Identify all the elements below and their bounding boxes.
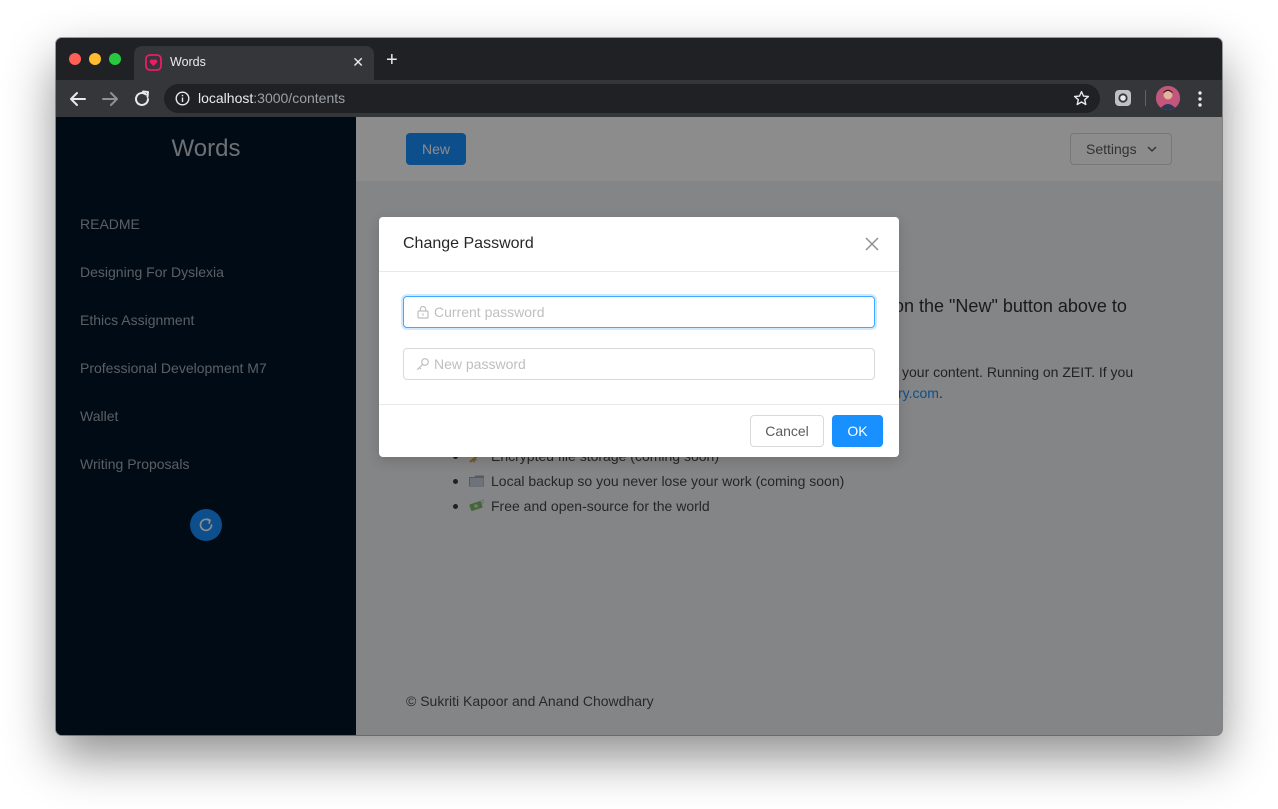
back-arrow-icon[interactable] xyxy=(67,88,89,110)
address-bar[interactable]: localhost:3000/contents xyxy=(164,84,1100,113)
lock-icon xyxy=(417,305,429,319)
browser-tab[interactable]: Words ✕ xyxy=(134,46,374,80)
heart-favicon-icon xyxy=(145,54,162,71)
page-viewport: New Settings k on the "New" button above… xyxy=(56,117,1222,735)
profile-avatar[interactable] xyxy=(1156,86,1180,110)
close-icon[interactable] xyxy=(865,237,879,251)
tab-title: Words xyxy=(170,55,206,69)
key-icon xyxy=(416,358,429,371)
url-path: :3000/contents xyxy=(253,90,346,106)
forward-arrow-icon[interactable] xyxy=(99,88,121,110)
browser-window: Words ✕ + localhost:3000/contents New Se… xyxy=(56,38,1222,735)
dialog-footer: Cancel OK xyxy=(379,404,899,457)
toolbar-divider xyxy=(1145,90,1146,106)
maximize-window-button[interactable] xyxy=(109,53,121,65)
current-password-field[interactable] xyxy=(403,296,875,328)
info-icon[interactable] xyxy=(175,91,190,106)
bookmark-star-icon[interactable] xyxy=(1073,90,1090,107)
new-tab-button[interactable]: + xyxy=(386,50,398,70)
url-text: localhost:3000/contents xyxy=(198,90,345,106)
tab-strip: Words ✕ + xyxy=(56,38,1222,80)
current-password-input[interactable] xyxy=(434,298,864,326)
ok-button[interactable]: OK xyxy=(832,415,883,447)
change-password-dialog: Change Password Cancel OK xyxy=(379,217,899,457)
dialog-title: Change Password xyxy=(403,235,534,252)
minimize-window-button[interactable] xyxy=(89,53,101,65)
avatar-person-icon xyxy=(1156,86,1180,110)
dialog-header: Change Password xyxy=(379,217,899,272)
reload-icon[interactable] xyxy=(131,88,153,110)
tab-close-icon[interactable]: ✕ xyxy=(352,54,364,70)
more-vert-icon[interactable] xyxy=(1194,89,1206,109)
cancel-button[interactable]: Cancel xyxy=(750,415,824,447)
browser-toolbar: localhost:3000/contents xyxy=(56,80,1222,117)
url-host: localhost xyxy=(198,90,254,106)
new-password-input[interactable] xyxy=(434,350,864,378)
close-window-button[interactable] xyxy=(69,53,81,65)
new-password-field[interactable] xyxy=(403,348,875,380)
extension-icon[interactable] xyxy=(1114,89,1132,107)
